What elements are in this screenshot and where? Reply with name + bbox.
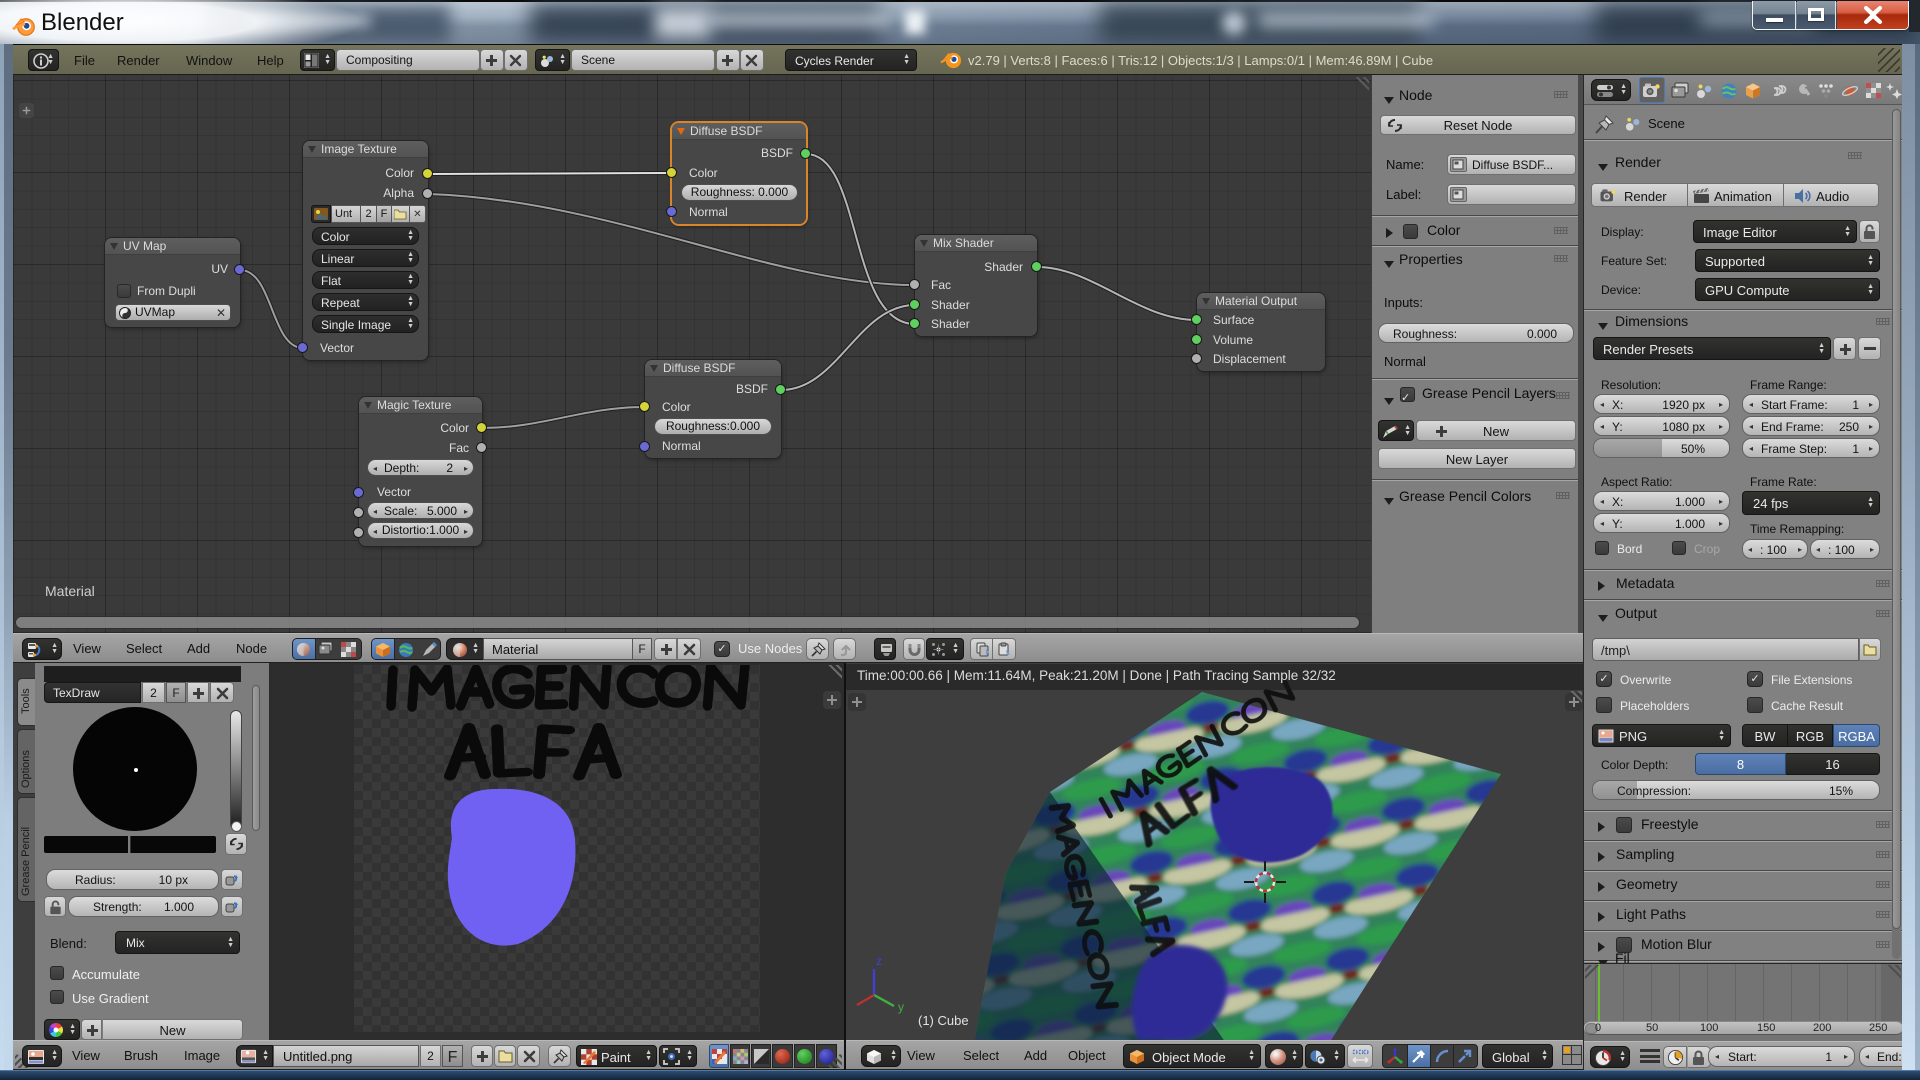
- svg-text:y: y: [898, 1000, 904, 1014]
- svg-text:z: z: [876, 954, 882, 968]
